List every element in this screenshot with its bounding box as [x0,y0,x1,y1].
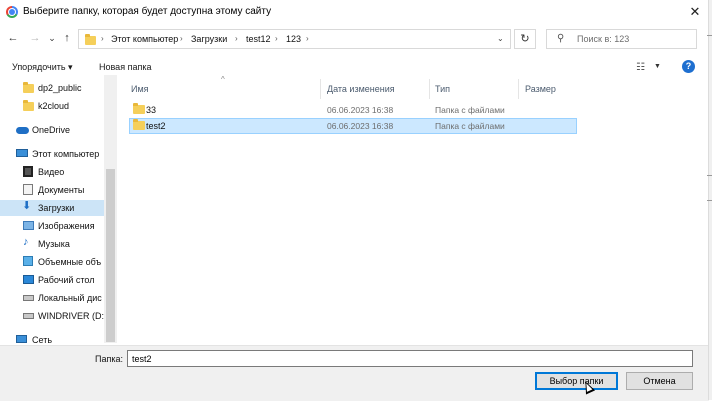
edge-tick [707,175,712,176]
breadcrumb-test12[interactable]: test12 [246,34,271,44]
breadcrumb-downloads[interactable]: Загрузки [191,34,227,44]
column-divider[interactable] [518,79,519,99]
search-placeholder: Поиск в: 123 [577,34,630,44]
navigation-pane: dp2_public k2cloud OneDrive Этот компьют… [0,75,117,345]
sidebar-item-label: Документы [38,185,85,195]
address-dropdown-icon[interactable]: ⌄ [497,34,504,43]
sidebar-item-this-pc[interactable]: Этот компьютер [0,146,104,162]
breadcrumb-separator: › [306,34,309,43]
file-date: 06.06.2023 16:38 [327,105,394,115]
breadcrumb-separator: › [235,34,238,43]
music-icon: ♪ [23,236,29,248]
breadcrumb-this-pc[interactable]: Этот компьютер [111,34,178,44]
folder-icon [133,103,145,114]
sidebar-item-documents[interactable]: Документы [0,182,104,198]
column-header-size[interactable]: Размер [525,84,556,94]
sidebar-item-label: dp2_public [38,83,82,93]
sidebar-item-dp2-public[interactable]: dp2_public [0,80,104,96]
breadcrumb-123[interactable]: 123 [286,34,301,44]
recent-locations-chevron-icon[interactable]: ⌄ [45,31,59,45]
sidebar-item-3d-objects[interactable]: Объемные объ [0,254,104,270]
title-bar: Выберите папку, которая будет доступна э… [0,0,709,24]
file-type: Папка с файлами [435,121,505,131]
sidebar-item-video[interactable]: Видео [0,164,104,180]
file-row[interactable]: 33 06.06.2023 16:38 Папка с файлами [129,102,577,118]
sidebar-item-label: Объемные объ [38,257,102,267]
address-bar[interactable]: › Этот компьютер › Загрузки › test12 › 1… [78,29,511,49]
sidebar-item-label: OneDrive [32,125,71,135]
folder-name-input[interactable] [127,350,693,367]
sidebar-item-onedrive[interactable]: OneDrive [0,122,104,138]
sidebar-item-label: Рабочий стол [38,275,95,285]
sidebar-item-k2cloud[interactable]: k2cloud [0,98,104,114]
chrome-icon [6,6,18,18]
breadcrumb-separator: › [101,34,104,43]
help-icon[interactable]: ? [682,60,695,73]
new-folder-button[interactable]: Новая папка [99,62,151,72]
sidebar-item-label: Загрузки [38,203,75,213]
computer-icon [16,149,28,157]
sidebar-item-network[interactable]: Сеть [0,332,104,345]
close-button[interactable]: ✕ [686,3,704,21]
cloud-icon [16,127,29,134]
select-folder-button[interactable]: Выбор папки [535,372,618,390]
sidebar-item-desktop[interactable]: Рабочий стол [0,272,104,288]
view-options-icon[interactable]: ☷ [636,62,645,73]
search-input[interactable]: ⚲ Поиск в: 123 [546,29,697,49]
sort-ascending-icon: ^ [221,75,225,84]
sidebar-item-label: Локальный дис [38,293,102,303]
sidebar-item-windriver[interactable]: WINDRIVER (D:) [0,308,107,324]
folder-icon [133,119,145,130]
dialog-title: Выберите папку, которая будет доступна э… [23,6,272,17]
drive-icon [23,295,34,301]
sidebar-item-label: k2cloud [38,101,70,111]
desktop-icon [23,275,34,284]
folder-icon [85,34,96,45]
cancel-button[interactable]: Отмена [626,372,693,390]
video-icon [23,166,33,177]
folder-field-label: Папка: [95,354,123,364]
edge-tick [707,200,712,201]
sidebar-item-music[interactable]: ♪ Музыка [0,236,104,252]
download-icon: ⬇ [22,200,32,212]
back-arrow-icon[interactable]: ← [6,31,20,45]
up-arrow-icon[interactable]: ↑ [60,31,74,45]
sidebar-item-label: Изображения [38,221,95,231]
forward-arrow-icon[interactable]: → [28,31,42,45]
file-name: test2 [146,121,166,131]
sidebar-item-pictures[interactable]: Изображения [0,218,104,234]
sidebar-item-downloads[interactable]: ⬇ Загрузки [0,200,104,216]
3d-objects-icon [23,256,33,266]
sidebar-item-label: Музыка [38,239,70,249]
column-header-date[interactable]: Дата изменения [327,84,395,94]
file-name: 33 [146,105,157,115]
folder-picker-dialog: Выберите папку, которая будет доступна э… [0,0,712,401]
sidebar-item-label: WINDRIVER (D:) [38,311,107,321]
sidebar-item-label: Этот компьютер [32,149,100,159]
column-divider[interactable] [320,79,321,99]
sidebar-scrollbar-thumb[interactable] [106,169,115,342]
file-type: Папка с файлами [435,105,505,115]
column-header-name[interactable]: Имя [131,84,149,94]
file-row-selected[interactable]: test2 06.06.2023 16:38 Папка с файлами [129,118,577,134]
column-header-type[interactable]: Тип [435,84,450,94]
pictures-icon [23,221,34,230]
folder-icon [23,82,34,93]
sidebar-item-label: Видео [38,167,65,177]
folder-icon [23,100,34,111]
organize-menu[interactable]: Упорядочить ▾ [12,62,73,73]
breadcrumb-separator: › [275,34,278,43]
edge-tick [707,35,712,36]
column-divider[interactable] [429,79,430,99]
sidebar-item-label: Сеть [32,335,53,345]
network-icon [16,335,27,343]
drive-icon [23,313,34,319]
file-date: 06.06.2023 16:38 [327,121,394,131]
documents-icon [23,184,33,195]
breadcrumb-separator: › [180,34,183,43]
search-icon: ⚲ [557,33,565,44]
view-dropdown-icon[interactable]: ▼ [654,63,661,70]
refresh-button[interactable]: ↻ [514,29,536,49]
sidebar-item-local-disk[interactable]: Локальный дис [0,290,104,306]
